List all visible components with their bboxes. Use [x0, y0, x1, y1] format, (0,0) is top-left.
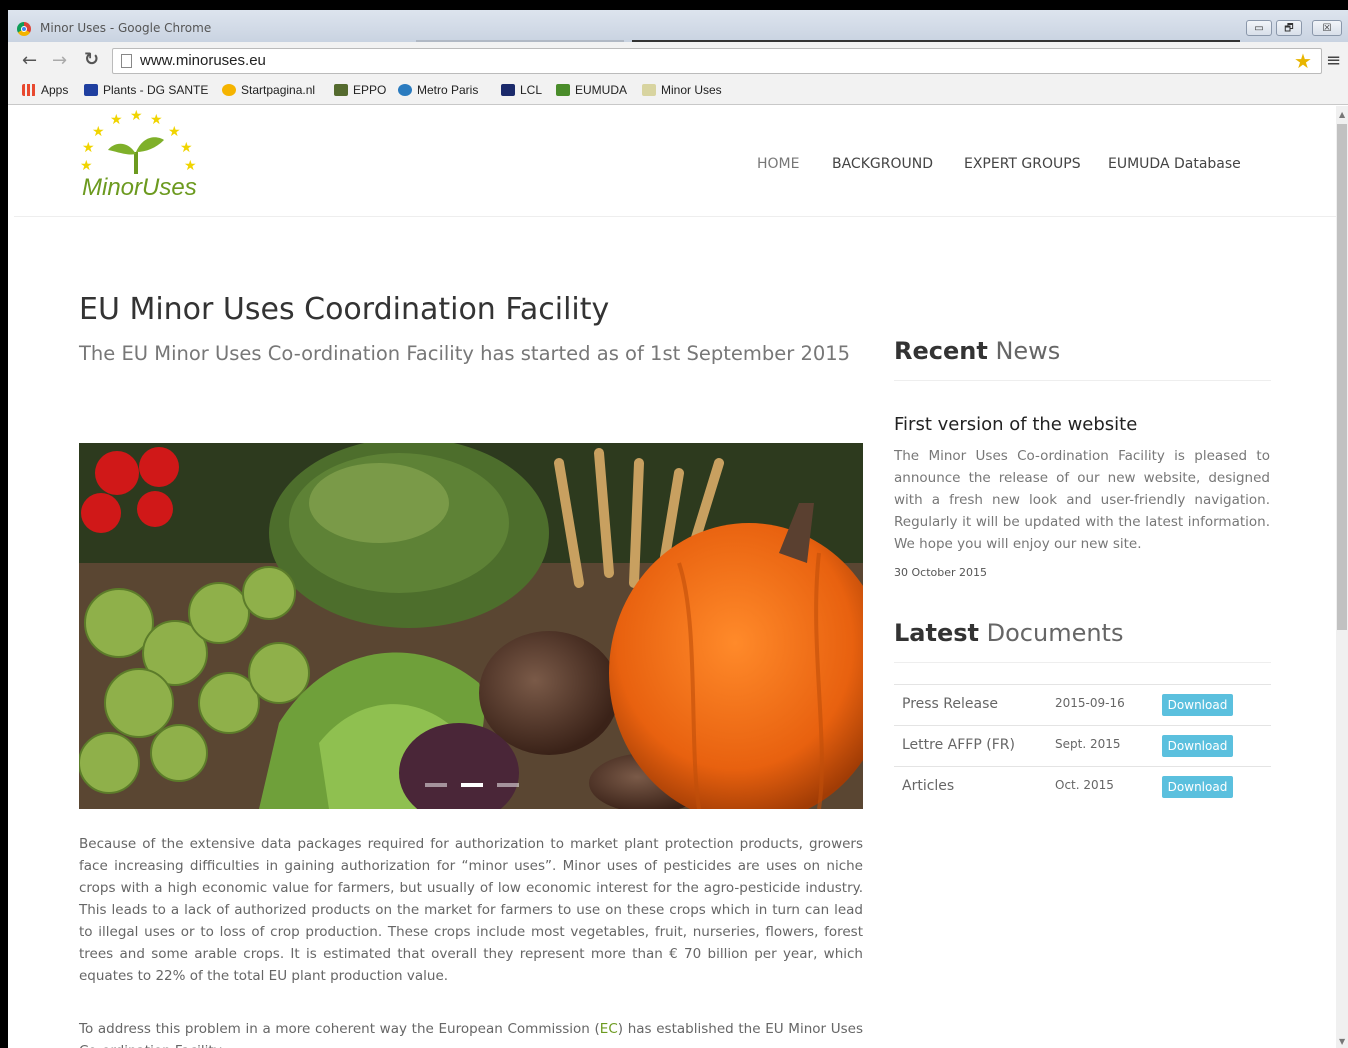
- bookmark-plants-dg-sante[interactable]: Plants - DG SANTE: [84, 83, 208, 97]
- site-header: ★ ★ ★ ★ ★ ★ ★ ★ ★ MinorUses HOME BACKGRO…: [14, 106, 1336, 217]
- title-bar: Minor Uses - Google Chrome ▭ 🗗 ☒: [8, 10, 1348, 42]
- page-icon: [121, 54, 132, 68]
- logo-text: MinorUses: [82, 174, 197, 201]
- bookmark-label: Minor Uses: [661, 83, 722, 97]
- bookmark-star-icon[interactable]: ★: [1294, 49, 1312, 73]
- bookmarks-bar: Apps Plants - DG SANTE Startpagina.nl EP…: [8, 76, 1348, 105]
- document-row: Articles Oct. 2015 Download: [894, 766, 1271, 808]
- eumuda-icon: [556, 84, 570, 96]
- document-name: Lettre AFFP (FR): [902, 737, 1015, 753]
- bookmark-lcl[interactable]: LCL: [501, 83, 542, 97]
- scroll-down-icon[interactable]: ▼: [1339, 1037, 1345, 1046]
- apps-grid-icon: [22, 84, 36, 96]
- carousel-dot-active[interactable]: [461, 783, 483, 787]
- document-date: 2015-09-16: [1055, 696, 1125, 710]
- bookmark-label: Plants - DG SANTE: [103, 83, 209, 97]
- url-text: www.minoruses.eu: [140, 52, 266, 69]
- scrollbar-thumb[interactable]: [1337, 124, 1347, 630]
- news-body: The Minor Uses Co-ordination Facility is…: [894, 448, 1270, 552]
- lcl-icon: [501, 84, 515, 96]
- close-button[interactable]: ☒: [1312, 20, 1342, 36]
- latest-documents-heading: Latest Documents: [894, 619, 1123, 647]
- paragraph-text: To address this problem in a more cohere…: [79, 1021, 600, 1037]
- nav-expert-groups[interactable]: EXPERT GROUPS: [964, 156, 1081, 172]
- vertical-scrollbar[interactable]: ▲ ▼: [1336, 106, 1348, 1048]
- news-date: 30 October 2015: [894, 566, 988, 579]
- document-date: Oct. 2015: [1055, 778, 1114, 792]
- nav-background[interactable]: BACKGROUND: [832, 156, 933, 172]
- download-button[interactable]: Download: [1162, 735, 1233, 757]
- bookmark-label: Startpagina.nl: [241, 83, 316, 97]
- carousel-dot[interactable]: [425, 783, 447, 787]
- bookmark-minor-uses[interactable]: Minor Uses: [642, 83, 722, 97]
- chrome-logo-icon: [17, 22, 31, 36]
- reload-icon[interactable]: ↻: [84, 49, 99, 71]
- bookmark-eumuda[interactable]: EUMUDA: [556, 83, 627, 97]
- bookmark-apps[interactable]: Apps: [22, 83, 68, 97]
- document-name: Press Release: [902, 696, 998, 712]
- forward-arrow-icon[interactable]: →: [52, 50, 67, 72]
- vegetables-image: [79, 443, 863, 809]
- second-paragraph: To address this problem in a more cohere…: [79, 1018, 863, 1048]
- chrome-menu-icon[interactable]: ≡: [1326, 50, 1341, 71]
- document-name: Articles: [902, 778, 955, 794]
- document-row: Press Release 2015-09-16 Download: [894, 684, 1271, 726]
- heading-light: Documents: [979, 619, 1124, 647]
- bookmark-label: Metro Paris: [417, 83, 479, 97]
- download-button[interactable]: Download: [1162, 694, 1233, 716]
- bookmark-startpagina[interactable]: Startpagina.nl: [222, 83, 315, 97]
- bookmark-label: LCL: [520, 83, 543, 97]
- recent-news-heading: Recent News: [894, 337, 1060, 365]
- document-date: Sept. 2015: [1055, 737, 1121, 751]
- page-viewport: ★ ★ ★ ★ ★ ★ ★ ★ ★ MinorUses HOME BACKGRO…: [14, 106, 1336, 1048]
- divider: [894, 662, 1271, 663]
- nav-home[interactable]: HOME: [757, 156, 799, 172]
- startpagina-s-icon: [222, 84, 236, 96]
- hero-carousel[interactable]: [79, 443, 863, 809]
- intro-paragraph: Because of the extensive data packages r…: [79, 836, 863, 984]
- carousel-indicators: [425, 783, 521, 787]
- bookmark-label: EPPO: [353, 83, 387, 97]
- scroll-up-icon[interactable]: ▲: [1339, 110, 1345, 119]
- heading-bold: Latest: [894, 619, 979, 647]
- bookmark-metro-paris[interactable]: Metro Paris: [398, 83, 478, 97]
- address-bar[interactable]: www.minoruses.eu: [112, 48, 1322, 74]
- minoruses-icon: [642, 84, 656, 96]
- page-title: EU Minor Uses Coordination Facility: [79, 292, 610, 327]
- back-arrow-icon[interactable]: ←: [22, 50, 37, 72]
- news-title[interactable]: First version of the website: [894, 414, 1137, 435]
- window-title: Minor Uses - Google Chrome: [40, 21, 212, 35]
- heading-light: News: [987, 337, 1061, 365]
- bookmark-eppo[interactable]: EPPO: [334, 83, 386, 97]
- divider: [894, 380, 1271, 381]
- download-button[interactable]: Download: [1162, 776, 1233, 798]
- heading-bold: Recent: [894, 337, 988, 365]
- metro-icon: [398, 84, 412, 96]
- browser-window: Minor Uses - Google Chrome ▭ 🗗 ☒ ← → ↻ w…: [8, 10, 1348, 1048]
- restore-button[interactable]: 🗗: [1276, 20, 1302, 36]
- page-subtitle: The EU Minor Uses Co-ordination Facility…: [79, 342, 851, 365]
- eu-flag-icon: [84, 84, 98, 96]
- bookmark-label: Apps: [41, 83, 69, 97]
- carousel-dot[interactable]: [497, 783, 519, 787]
- ec-link[interactable]: EC: [600, 1021, 618, 1037]
- sprout-icon: [108, 137, 164, 174]
- nav-eumuda-database[interactable]: EUMUDA Database: [1108, 156, 1241, 172]
- document-row: Lettre AFFP (FR) Sept. 2015 Download: [894, 725, 1271, 767]
- bookmark-label: EUMUDA: [575, 83, 628, 97]
- site-logo[interactable]: ★ ★ ★ ★ ★ ★ ★ ★ ★ MinorUses: [80, 108, 220, 208]
- minimize-button[interactable]: ▭: [1246, 20, 1272, 36]
- eppo-icon: [334, 84, 348, 96]
